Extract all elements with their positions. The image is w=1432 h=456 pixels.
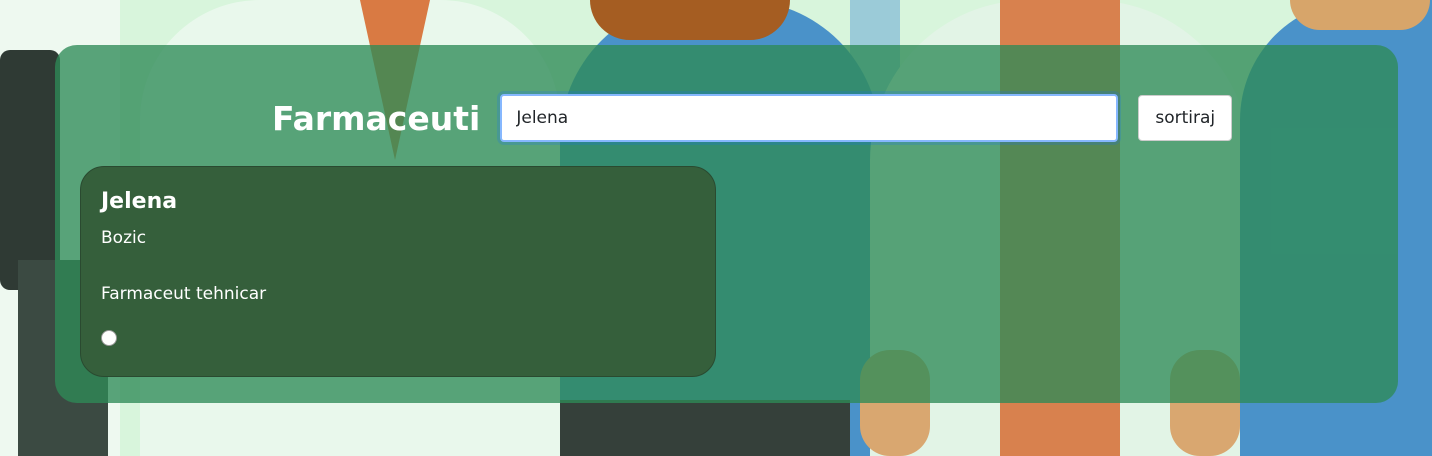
page-title: Farmaceuti [272,98,481,138]
sort-button[interactable]: sortiraj [1138,95,1233,141]
pharmacist-card: Jelena Bozic Farmaceut tehnicar [80,166,716,377]
search-header: Farmaceuti sortiraj [272,93,1233,143]
pharmacist-name: Jelena [101,189,178,214]
pharmacist-surname: Bozic [101,228,147,248]
pharmacist-role: Farmaceut tehnicar [101,284,267,304]
select-radio[interactable] [101,330,117,346]
search-input[interactable] [500,94,1119,142]
